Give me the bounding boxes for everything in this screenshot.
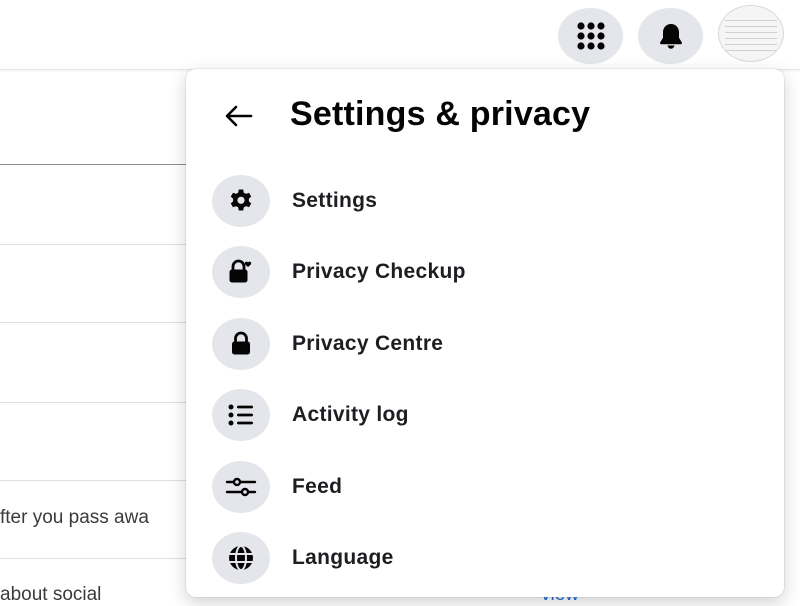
divider	[0, 322, 186, 323]
menu-item-label: Privacy Checkup	[292, 260, 466, 284]
menu-item-privacy-checkup[interactable]: Privacy Checkup	[186, 237, 784, 309]
top-navigation-bar	[0, 0, 800, 70]
menu-item-label: Settings	[292, 188, 378, 212]
notifications-bell-icon	[659, 24, 682, 49]
arrow-left-icon	[225, 105, 253, 127]
gear-icon	[212, 174, 270, 227]
divider	[0, 244, 186, 245]
divider	[0, 402, 186, 403]
sliders-icon	[212, 460, 270, 513]
background-text: about social	[0, 584, 102, 605]
divider	[0, 558, 186, 559]
settings-menu-list: Settings Privacy Checkup Privacy Centre	[186, 165, 784, 594]
menu-grid-icon	[576, 22, 605, 50]
menu-item-privacy-centre[interactable]: Privacy Centre	[186, 308, 784, 380]
panel-title: Settings & privacy	[290, 95, 591, 133]
profile-avatar[interactable]	[718, 5, 784, 62]
list-icon	[212, 389, 270, 442]
divider	[0, 480, 186, 481]
background-text: fter you pass awa	[0, 507, 149, 528]
divider	[0, 164, 186, 165]
settings-privacy-panel: Settings & privacy Settings Privacy Chec…	[186, 69, 784, 597]
menu-item-settings[interactable]: Settings	[186, 165, 784, 237]
back-button[interactable]	[216, 93, 262, 139]
lock-heart-icon	[212, 246, 270, 299]
globe-icon	[212, 532, 270, 585]
panel-header: Settings & privacy	[186, 69, 784, 165]
menu-item-label: Activity log	[292, 403, 409, 427]
menu-item-language[interactable]: Language	[186, 523, 784, 595]
menu-item-label: Language	[292, 546, 394, 570]
menu-item-label: Feed	[292, 474, 343, 498]
menu-item-feed[interactable]: Feed	[186, 451, 784, 523]
menu-button[interactable]	[558, 8, 623, 64]
menu-item-activity-log[interactable]: Activity log	[186, 380, 784, 452]
notifications-button[interactable]	[638, 8, 703, 64]
menu-item-label: Privacy Centre	[292, 331, 444, 355]
lock-icon	[212, 317, 270, 370]
